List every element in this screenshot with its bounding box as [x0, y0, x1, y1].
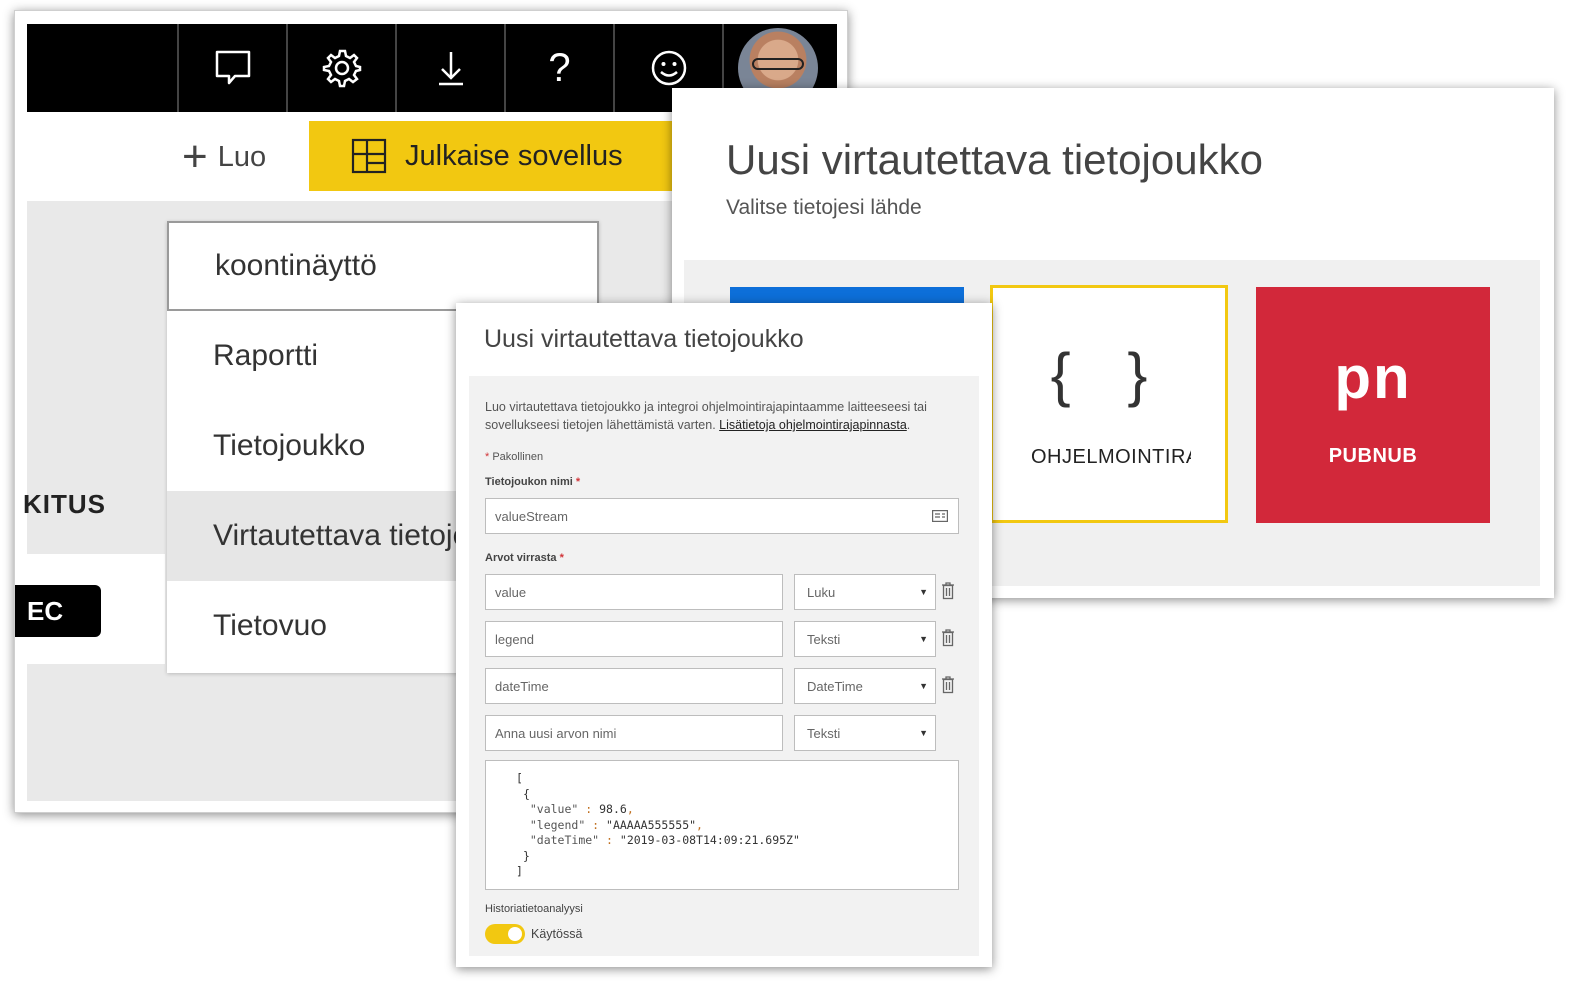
value-name-input[interactable]: dateTime — [485, 668, 783, 704]
required-note: * Pakollinen — [485, 451, 544, 463]
dropdown-caret-icon: ▼ — [919, 728, 928, 738]
dropdown-caret-icon: ▼ — [919, 634, 928, 644]
source-tile-pubnub-label: PUBNUB — [1328, 445, 1418, 467]
download-button[interactable] — [397, 24, 506, 112]
form-description: Luo virtautettava tietojoukko ja integro… — [485, 400, 927, 432]
create-button[interactable]: + Luo — [182, 119, 266, 195]
smiley-icon — [651, 50, 686, 86]
dataset-name-input[interactable]: valueStream — [485, 498, 959, 534]
gear-icon — [322, 49, 361, 88]
input-card-icon — [932, 510, 948, 522]
history-toggle-label: Käytössä — [531, 927, 583, 941]
history-analysis-toggle[interactable] — [485, 924, 525, 944]
source-dialog-subtitle: Valitse tietojesi lähde — [726, 196, 922, 219]
history-analysis-label: Historiatietoanalyysi — [485, 903, 583, 915]
form-title: Uusi virtautettava tietojoukko — [484, 325, 804, 353]
delete-icon[interactable] — [941, 629, 955, 647]
partial-button[interactable]: EC — [15, 585, 101, 637]
app-grid-icon — [351, 138, 387, 174]
braces-icon: { } — [1050, 341, 1168, 408]
dropdown-caret-icon: ▼ — [919, 587, 928, 597]
source-tile-pubnub[interactable]: pn PUBNUB — [1256, 287, 1490, 523]
source-tile-api-label: OHJELMOINTIRAJAPINTA — [1031, 446, 1191, 468]
feedback-button[interactable] — [179, 24, 288, 112]
values-label: Arvot virrasta * — [485, 552, 564, 564]
source-tile-api[interactable]: { } OHJELMOINTIRAJAPINTA — [990, 285, 1228, 523]
value-type-select[interactable]: Luku ▼ — [794, 574, 936, 610]
value-type-select[interactable]: Teksti ▼ — [794, 621, 936, 657]
settings-button[interactable] — [288, 24, 397, 112]
comment-icon — [215, 50, 250, 85]
delete-icon[interactable] — [941, 582, 955, 600]
section-heading-fragment: KITUS — [23, 489, 106, 519]
new-value-type-select[interactable]: Teksti ▼ — [794, 715, 936, 751]
help-button[interactable]: ? — [506, 24, 615, 112]
json-sample: [ { "value" : 98.6, "legend" : "AAAAA555… — [485, 760, 959, 890]
plus-icon: + — [182, 132, 208, 181]
streaming-dataset-form: Uusi virtautettava tietojoukko Luo virta… — [456, 303, 992, 967]
value-name-input[interactable]: value — [485, 574, 783, 610]
publish-app-label: Julkaise sovellus — [405, 139, 623, 172]
create-label: Luo — [217, 140, 267, 173]
delete-icon[interactable] — [941, 676, 955, 694]
download-icon — [438, 52, 463, 86]
value-type-select[interactable]: DateTime ▼ — [794, 668, 936, 704]
value-name-input[interactable]: legend — [485, 621, 783, 657]
learn-more-link[interactable]: Lisätietoja ohjelmointirajapinnasta — [719, 418, 907, 432]
pubnub-logo-icon: pn — [1334, 344, 1412, 411]
menu-item-dashboard[interactable]: koontinäyttö — [167, 221, 599, 311]
publish-app-button[interactable]: Julkaise sovellus — [309, 121, 689, 191]
dropdown-caret-icon: ▼ — [919, 681, 928, 691]
new-value-name-input[interactable]: Anna uusi arvon nimi — [485, 715, 783, 751]
help-icon: ? — [548, 45, 571, 90]
dataset-name-label: Tietojoukon nimi * — [485, 476, 581, 488]
source-dialog-title: Uusi virtautettava tietojoukko — [726, 136, 1263, 183]
